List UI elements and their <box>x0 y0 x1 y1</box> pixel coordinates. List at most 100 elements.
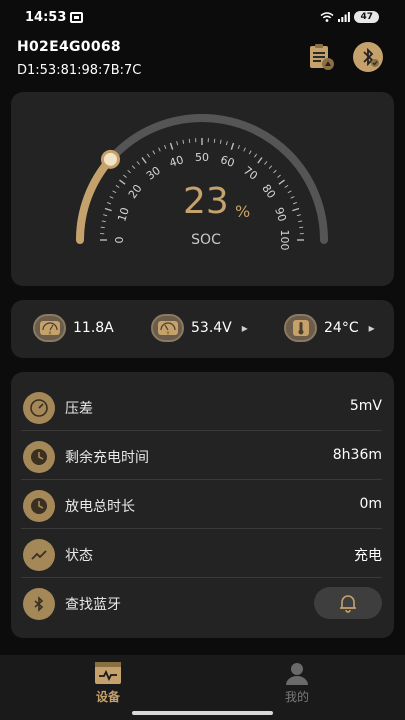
current-metric: A 11.8A <box>33 314 114 342</box>
gauge-tick <box>225 141 228 146</box>
chevron-right-icon: ▸ <box>368 321 375 335</box>
ammeter-icon: A <box>33 314 66 342</box>
list-item-label: 查找蓝牙 <box>65 597 121 613</box>
gauge-tick <box>254 153 258 158</box>
report-button[interactable] <box>306 42 336 72</box>
gauge-tick <box>264 161 268 165</box>
gauge-tick <box>158 147 161 152</box>
gauge-tick <box>277 174 281 178</box>
gauge-tick <box>296 214 301 217</box>
nav-item-devices[interactable]: 设备 <box>68 661 148 705</box>
voltmeter-icon: V <box>151 314 184 342</box>
device-header: H02E4G0068 D1:53:81:98:7B:7C <box>0 36 405 84</box>
list-item-label: 压差 <box>65 401 93 417</box>
thermometer-icon <box>284 314 317 342</box>
details-list-card: 压差 5mV 剩余充电时间 8h36m 放电总时长 0m 状态 充电 查找蓝牙 <box>11 372 394 638</box>
gauge-tick-label: 40 <box>168 153 185 170</box>
gauge-tick <box>103 214 108 217</box>
pressure-gauge-icon <box>23 392 55 424</box>
gauge-tick-label: 30 <box>144 164 163 183</box>
gauge-tick-label: 10 <box>115 206 132 223</box>
voltage-metric[interactable]: V 53.4V ▸ <box>151 314 248 342</box>
gauge-tick <box>284 184 289 188</box>
gauge-tick <box>292 207 300 212</box>
nav-item-mine[interactable]: 我的 <box>257 661 337 705</box>
find-bluetooth-button[interactable] <box>314 587 382 619</box>
clock-icon <box>23 441 55 473</box>
gauge-tick-label: 20 <box>126 182 145 201</box>
gauge-tick-label: 80 <box>259 182 278 201</box>
gauge-tick <box>237 144 240 150</box>
gauge-tick <box>136 161 140 165</box>
gauge-tick <box>141 157 147 164</box>
gauge-tick-label: 90 <box>272 206 289 223</box>
gauge-tick <box>292 202 298 205</box>
report-icon <box>310 44 334 70</box>
list-item-label: 剩余充电时间 <box>65 450 149 466</box>
home-indicator <box>132 711 273 715</box>
gauge-tick <box>230 142 235 150</box>
gauge-tick <box>278 179 285 185</box>
soc-percent-sign: % <box>235 202 251 221</box>
gauge-fill <box>76 155 115 244</box>
status-indicators: 47 <box>320 11 379 23</box>
wifi-icon <box>320 12 334 22</box>
gauge-tick <box>109 196 114 199</box>
gauge-tick <box>176 141 179 146</box>
list-item-value: 5mV <box>349 398 382 414</box>
gauge-tick <box>164 144 167 150</box>
soc-gauge-card: 0 10 20 30 40 50 60 70 80 90 100 23 % SOC <box>11 92 394 286</box>
gauge-tick <box>219 139 222 144</box>
gauge-tick <box>248 150 252 155</box>
trend-chart-icon <box>23 539 55 571</box>
nav-label: 设备 <box>95 690 120 704</box>
bluetooth-icon <box>363 47 379 67</box>
gauge-tick <box>213 138 216 143</box>
gauge-knob <box>100 149 120 169</box>
device-name: H02E4G0068 <box>17 39 121 55</box>
svg-text:A: A <box>48 331 51 336</box>
status-bar: 14:53 47 <box>0 0 405 36</box>
list-item-label: 放电总时长 <box>65 499 135 515</box>
gauge-tick <box>115 184 120 188</box>
gauge-tick <box>123 174 127 178</box>
gauge-tick <box>298 220 303 223</box>
gauge-tick-label: 60 <box>219 153 236 170</box>
gauge-tick <box>182 139 185 144</box>
gauge-tick <box>152 150 156 155</box>
gauge-tick <box>299 226 304 229</box>
status-time: 14:53 <box>25 10 67 25</box>
list-item-total-discharge-time: 放电总时长 0m <box>21 480 382 529</box>
gauge-tick <box>268 165 273 169</box>
nav-label: 我的 <box>284 690 309 704</box>
gauge-tick-label: 0 <box>113 237 126 244</box>
list-item-label: 状态 <box>65 548 93 564</box>
list-item-value: 充电 <box>354 548 382 564</box>
message-icon <box>70 12 83 23</box>
gauge-tick <box>101 220 106 223</box>
gauge-tick <box>104 207 112 212</box>
gauge-tick-label: 50 <box>195 151 209 164</box>
svg-text:V: V <box>166 331 169 336</box>
gauge-tick <box>188 138 191 143</box>
temperature-value: 24°C <box>324 320 359 336</box>
device-mac-address: D1:53:81:98:7B:7C <box>17 63 142 78</box>
temperature-metric[interactable]: 24°C ▸ <box>284 314 375 342</box>
current-value: 11.8A <box>73 320 114 336</box>
device-icon <box>95 662 121 684</box>
gauge-tick <box>273 169 277 174</box>
gauge-tick-label: 100 <box>278 230 291 251</box>
clock-icon <box>23 490 55 522</box>
list-item-voltage-diff: 压差 5mV <box>21 382 382 431</box>
gauge-tick <box>112 190 117 194</box>
list-item-value: 8h36m <box>332 447 382 463</box>
bell-icon <box>340 595 356 613</box>
gauge-tick <box>131 165 136 169</box>
gauge-tick <box>106 202 112 205</box>
soc-value: 23 <box>183 181 229 222</box>
list-item-remaining-charge-time: 剩余充电时间 8h36m <box>21 431 382 480</box>
list-item-status: 状态 充电 <box>21 529 382 578</box>
bluetooth-button[interactable] <box>353 42 383 72</box>
gauge-tick <box>290 196 295 199</box>
list-item-value: 0m <box>359 496 382 512</box>
